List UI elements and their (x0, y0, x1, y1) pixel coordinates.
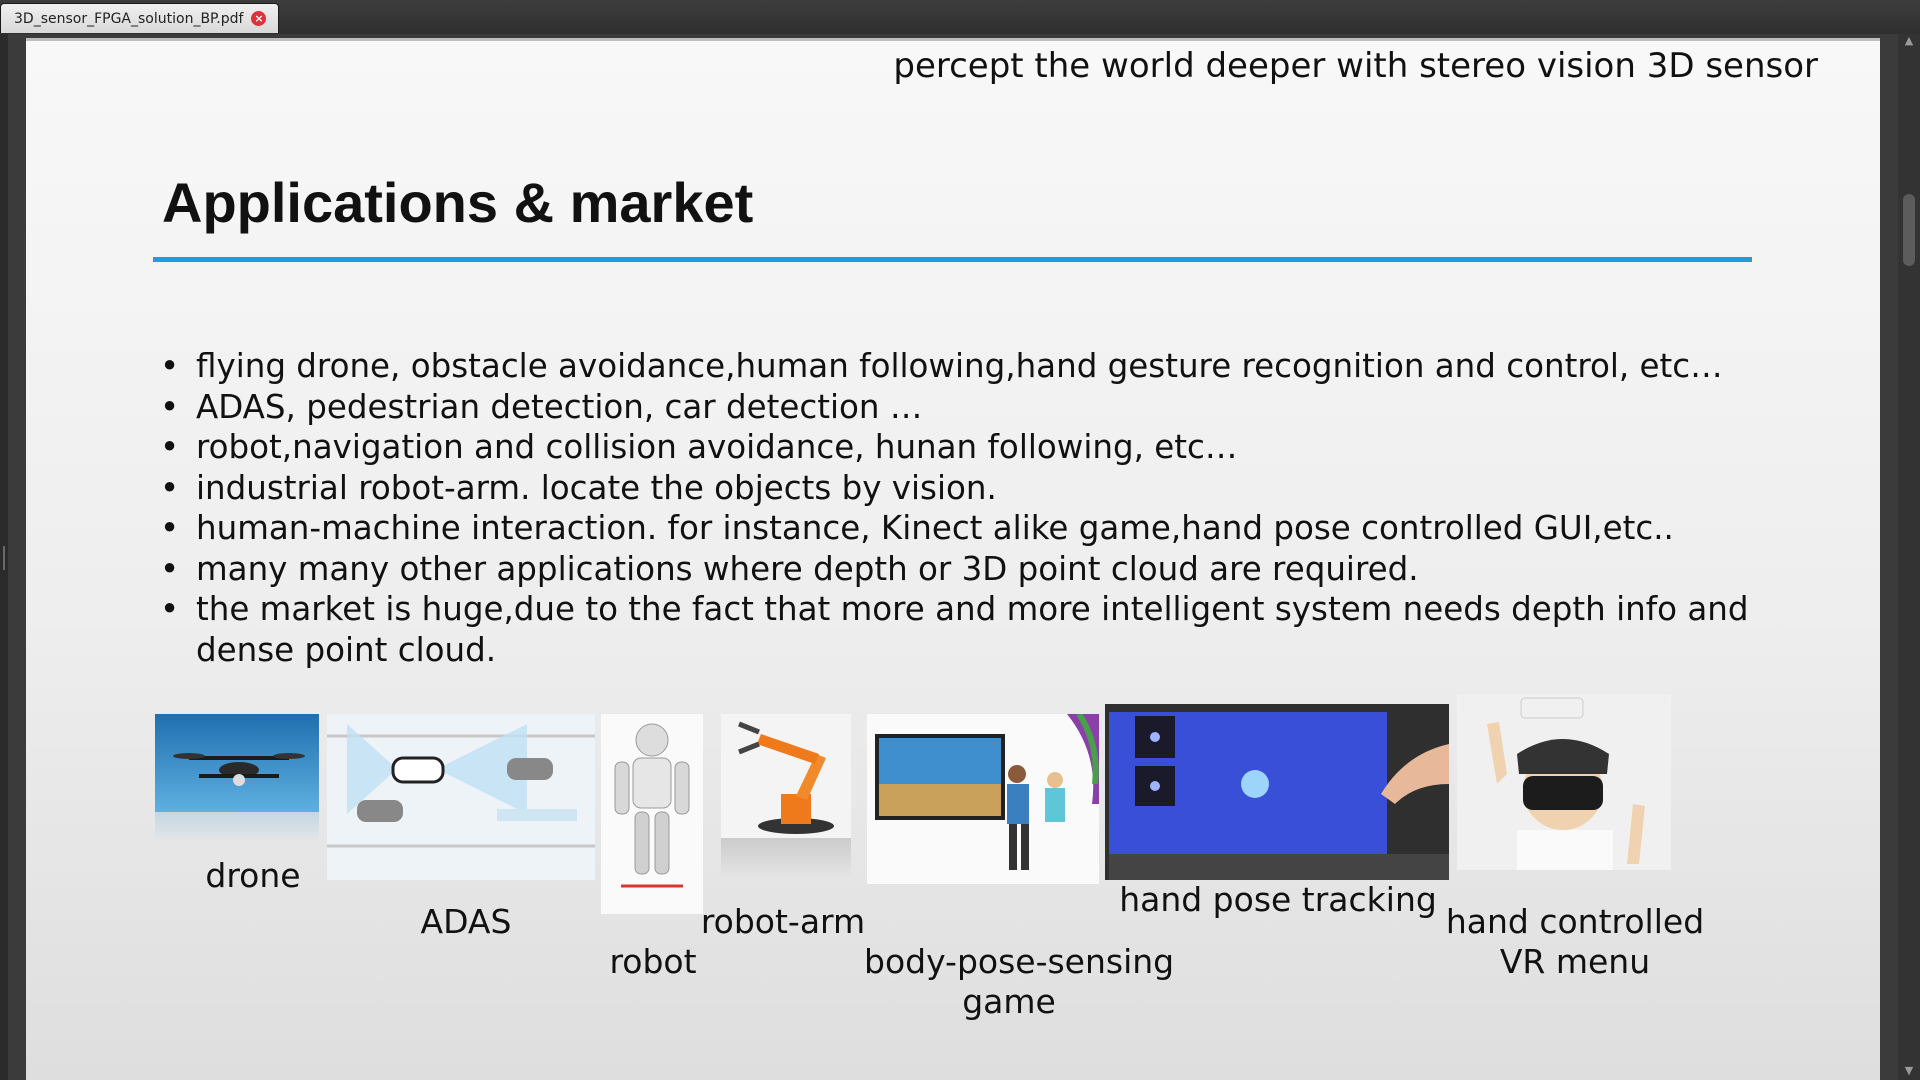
bullet-list: flying drone, obstacle avoidance,human f… (160, 346, 1780, 670)
document-viewport[interactable]: percept the world deeper with stereo vis… (0, 34, 1920, 1080)
caption-robot: robot (609, 942, 697, 981)
title-underline (153, 257, 1752, 262)
page-edge (26, 38, 1880, 41)
close-tab-icon[interactable]: × (251, 11, 267, 26)
caption-body-pose: body-pose-sensing game (864, 942, 1174, 1022)
adas-image (327, 714, 595, 880)
pdf-viewer-window: 3D_sensor_FPGA_solution_BP.pdf × percept… (0, 0, 1920, 1080)
vertical-scrollbar[interactable]: ▲ ▼ (1898, 34, 1920, 1080)
scrollbar-thumb[interactable] (1903, 194, 1915, 266)
caption-hand-pose: hand pose tracking (1119, 880, 1437, 919)
vr-menu-image (1457, 694, 1671, 870)
drone-image (155, 714, 319, 812)
caption-robot-arm: robot-arm (700, 902, 866, 941)
caption-vr: hand controlled VR menu (1444, 902, 1706, 982)
slide-title: Applications & market (162, 171, 754, 234)
bullet-item: the market is huge,due to the fact that … (160, 589, 1780, 670)
chevron-up-icon[interactable]: ▲ (1902, 34, 1916, 48)
tab-bar: 3D_sensor_FPGA_solution_BP.pdf × (0, 0, 1920, 35)
bullet-item: robot,navigation and collision avoidance… (160, 427, 1780, 468)
tab-document[interactable]: 3D_sensor_FPGA_solution_BP.pdf × (0, 3, 279, 33)
caption-adas: ADAS (420, 902, 512, 941)
robot-arm-image (721, 714, 851, 838)
bullet-item: human-machine interaction. for instance,… (160, 508, 1780, 549)
drone-reflection (155, 812, 319, 842)
left-panel-gutter[interactable] (0, 34, 8, 1080)
caption-vr-line1: hand controlled (1445, 902, 1705, 941)
body-pose-game-image (867, 714, 1099, 884)
slide-header-text: percept the world deeper with stereo vis… (893, 46, 1818, 86)
bullet-item: ADAS, pedestrian detection, car detectio… (160, 387, 1780, 428)
hand-pose-tracking-image (1105, 704, 1449, 880)
pdf-page: percept the world deeper with stereo vis… (26, 38, 1880, 1080)
caption-vr-line2: VR menu (1499, 942, 1651, 981)
tab-label: 3D_sensor_FPGA_solution_BP.pdf (14, 10, 244, 27)
caption-body-pose-line1: body-pose-sensing (864, 942, 1175, 981)
bullet-item: flying drone, obstacle avoidance,human f… (160, 346, 1780, 387)
robot-image (601, 714, 703, 914)
chevron-down-icon[interactable]: ▼ (1902, 1064, 1916, 1078)
bullet-item: many many other applications where depth… (160, 549, 1780, 590)
panel-resize-handle[interactable] (3, 546, 5, 570)
caption-drone: drone (205, 856, 301, 895)
caption-body-pose-line2: game (962, 982, 1056, 1021)
robot-arm-reflection (721, 838, 851, 878)
bullet-item: industrial robot-arm. locate the objects… (160, 468, 1780, 509)
